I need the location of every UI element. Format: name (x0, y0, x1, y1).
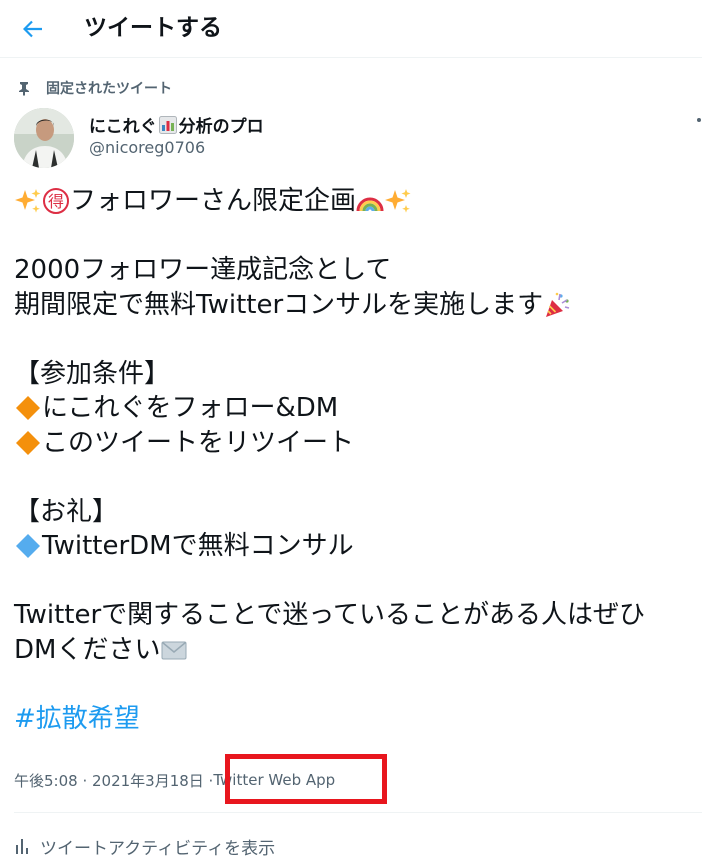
back-button[interactable] (16, 12, 50, 46)
page-title: ツイートする (84, 15, 222, 41)
avatar[interactable] (14, 108, 74, 168)
party-popper-icon (546, 292, 570, 317)
rainbow-icon (356, 197, 384, 212)
tweet-line-5-text: にこれぐをフォロー&DM (42, 393, 339, 423)
tweet-line-10: DMください (14, 633, 702, 668)
tweet-line-8-text: TwitterDMで無料コンサル (42, 531, 354, 561)
divider (14, 812, 702, 813)
sparkles-icon-2 (385, 189, 411, 213)
bar-chart-icon (158, 115, 177, 134)
display-name-part1: にこれぐ (89, 117, 157, 137)
highlight-annotation-box (225, 754, 387, 804)
tweet-activity-link[interactable]: ツイートアクティビティを表示 (14, 834, 276, 859)
activity-label: ツイートアクティビティを表示 (40, 838, 276, 859)
tweet-line-8: TwitterDMで無料コンサル (14, 529, 702, 564)
display-name-part2: 分析のプロ (178, 117, 264, 137)
tweet-line-6: このツイートをリツイート (14, 426, 702, 461)
author-handle[interactable]: @nicoreg0706 (89, 138, 205, 157)
tweet-line-2: 2000フォロワー達成記念として (14, 255, 392, 285)
orange-diamond-icon (16, 396, 40, 421)
tweet-line-6-text: このツイートをリツイート (42, 427, 355, 458)
more-options-icon[interactable] (697, 118, 701, 122)
tweet-line-10-text: DMください (14, 634, 161, 665)
bargain-ideograph-icon: 得 (43, 188, 69, 215)
tweet-line-9: Twitterで関することで迷っていることがある人はぜひ (14, 600, 646, 630)
tweet-line-1-text: フォロワーさん限定企画 (70, 186, 357, 216)
page-header: ツイートする (0, 0, 702, 58)
sparkles-icon (15, 189, 41, 213)
tweet-line-4: 【参加条件】 (14, 358, 171, 389)
timestamp[interactable]: 午後5:08 · 2021年3月18日 · (14, 770, 213, 791)
tweet-text: 得 フォロワーさん限定企画 2000フォロワー達成記念として 期間限定で無料Tw… (14, 184, 702, 736)
envelope-icon (161, 641, 187, 660)
author-display-name[interactable]: にこれぐ 分析のプロ (89, 112, 264, 137)
hashtag-link[interactable]: #拡散希望 (14, 702, 702, 737)
back-arrow-icon (23, 20, 42, 38)
blue-diamond-icon (16, 534, 40, 559)
tweet-line-5: にこれぐをフォロー&DM (14, 391, 702, 426)
orange-diamond-icon-2 (16, 430, 40, 455)
svg-text:得: 得 (48, 192, 64, 211)
tweet-line-3-text: 期間限定で無料Twitterコンサルを実施します (14, 289, 544, 320)
pin-icon (19, 82, 29, 96)
tweet-line-1: 得 フォロワーさん限定企画 (14, 184, 702, 219)
analytics-icon (16, 839, 28, 854)
pinned-tweet-label: 固定されたツイート (16, 78, 172, 98)
tweet-line-7: 【お礼】 (14, 496, 119, 527)
pinned-label: 固定されたツイート (46, 81, 172, 97)
tweet-line-3: 期間限定で無料Twitterコンサルを実施します (14, 288, 702, 323)
avatar-photo (14, 108, 74, 168)
